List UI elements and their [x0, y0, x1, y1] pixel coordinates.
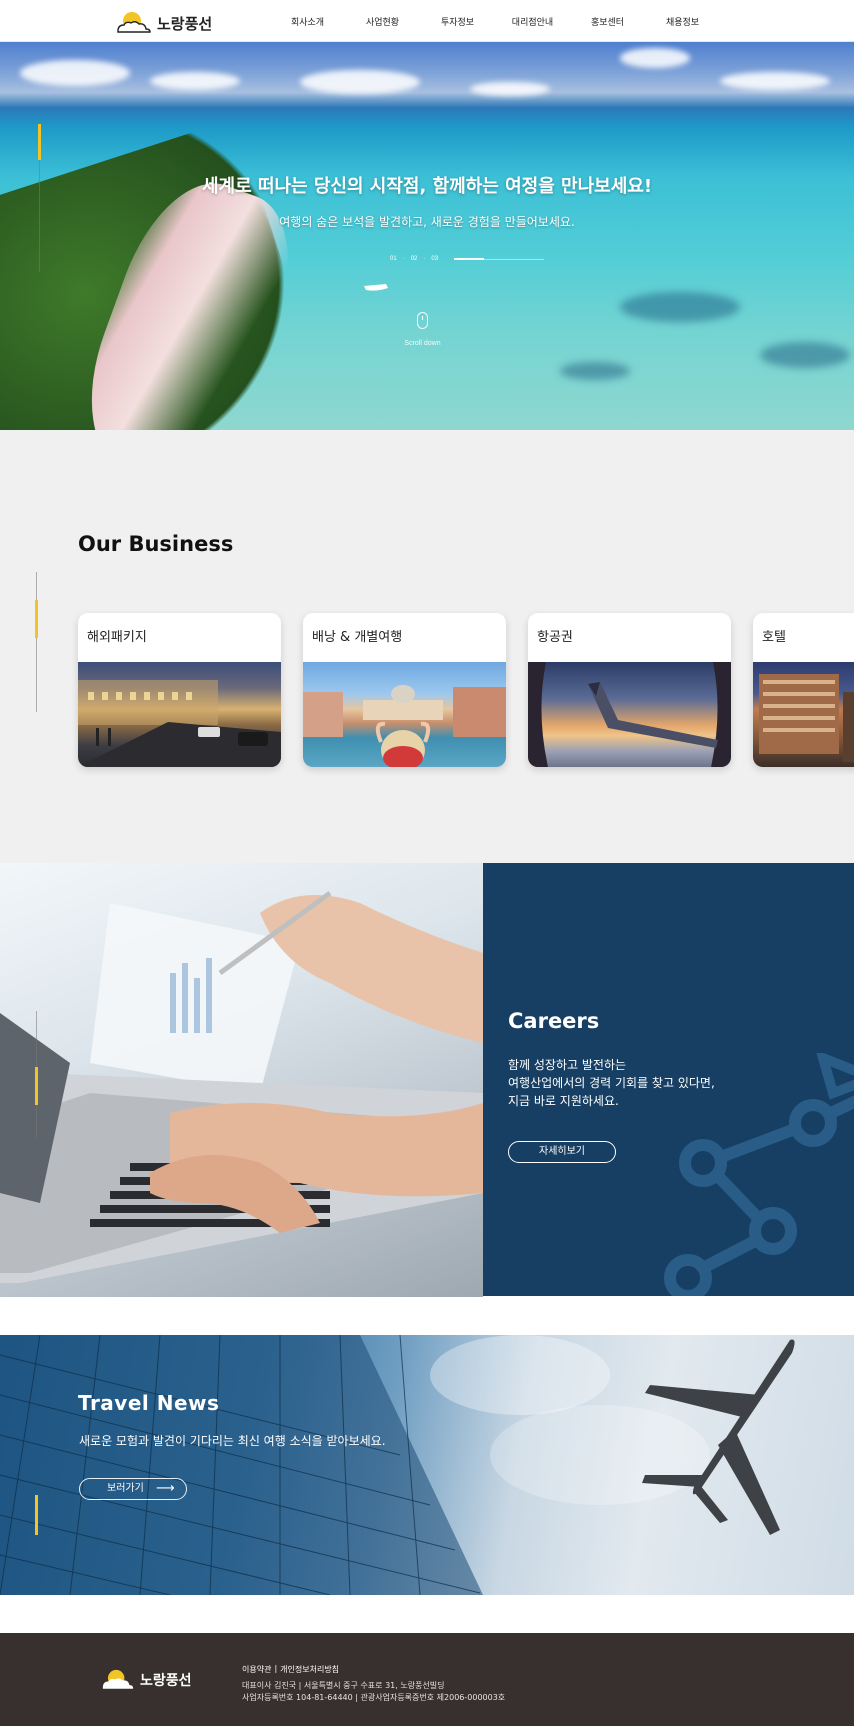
hero-banner: 세계로 떠나는 당신의 시작점, 함께하는 여정을 만나보세요! 여행의 숨은 …	[0, 42, 854, 430]
careers-desc-line: 여행산업에서의 경력 기회를 찾고 있다면,	[508, 1076, 715, 1090]
nav-item-investment[interactable]: 투자정보	[420, 15, 495, 28]
news-title: Travel News	[78, 1391, 220, 1415]
business-cards: 해외패키지 배낭 & 개별여행 항공권 호텔	[78, 613, 854, 767]
card-label: 해외패키지	[87, 630, 147, 645]
card-hotel[interactable]: 호텔	[753, 613, 854, 767]
footer-company-info: 대표이사 김진국 | 서울특별시 중구 수표로 31, 노랑풍선빌딩 사업자등록…	[242, 1680, 505, 1704]
cloud	[620, 48, 690, 68]
hotel-illustration	[759, 674, 854, 762]
canal-illustration	[303, 685, 506, 767]
side-indicator-mark	[35, 600, 38, 638]
card-air-ticket[interactable]: 항공권	[528, 613, 731, 767]
slide-02[interactable]: 02	[411, 256, 418, 262]
wing-illustration	[528, 662, 731, 767]
cloud	[300, 70, 420, 94]
hero-title: 세계로 떠나는 당신의 시작점, 함께하는 여정을 만나보세요!	[201, 176, 653, 197]
reef	[560, 362, 630, 380]
footer-logo-text: 노랑풍선	[140, 1673, 192, 1689]
side-indicator-mark	[35, 1495, 38, 1535]
terms-link[interactable]: 이용약관	[242, 1664, 271, 1675]
boat-icon	[364, 284, 388, 291]
site-header: 노랑풍선 회사소개 사업현황 투자정보 대리점안내 홍보센터 채용정보	[0, 0, 854, 42]
cloud	[470, 82, 550, 96]
reef	[620, 292, 740, 322]
slide-separator: ·	[423, 256, 426, 262]
nav-item-pr[interactable]: 홍보센터	[570, 15, 645, 28]
slide-pagination: 01 · 02 · 03	[390, 256, 545, 262]
logo[interactable]: 노랑풍선	[115, 11, 212, 35]
venice-canal-image	[303, 662, 506, 767]
slide-separator: ·	[402, 256, 405, 262]
london-street-image	[78, 662, 281, 767]
business-section: Our Business 해외패키지 배낭 & 개별여행 항공권 호텔	[0, 430, 854, 863]
nav-item-recruit[interactable]: 채용정보	[645, 15, 720, 28]
cloud	[20, 60, 130, 86]
laptop-illustration	[0, 890, 483, 1283]
nav-item-business[interactable]: 사업현황	[345, 15, 420, 28]
side-indicator	[35, 1011, 38, 1139]
card-label: 배낭 & 개별여행	[312, 630, 403, 645]
balloon-logo-icon	[102, 1669, 134, 1689]
footer-logo[interactable]: 노랑풍선	[100, 1669, 192, 1691]
business-title: Our Business	[78, 532, 234, 556]
logo-text: 노랑풍선	[157, 14, 213, 33]
footer-links: 이용약관 | 개인정보처리방침	[242, 1664, 339, 1675]
news-description: 새로운 모험과 발견이 기다리는 최신 여행 소식을 받아보세요.	[79, 1434, 386, 1448]
card-backpacking[interactable]: 배낭 & 개별여행	[303, 613, 506, 767]
cloud	[150, 72, 240, 90]
news-view-button-label: 보러가기	[107, 1483, 144, 1494]
cloud	[720, 72, 830, 90]
side-indicator	[38, 124, 41, 272]
hotel-building-image	[753, 662, 854, 767]
slide-01[interactable]: 01	[390, 256, 397, 262]
side-indicator-mark	[38, 124, 41, 160]
slide-progress-track	[454, 258, 545, 260]
hero-subtitle: 여행의 숨은 보석을 발견하고, 새로운 경험을 만들어보세요.	[279, 215, 575, 229]
nav-item-company[interactable]: 회사소개	[270, 15, 345, 28]
footer-info-line: 사업자등록번호 104-81-64440 | 관광사업자등록증번호 제2006-…	[242, 1693, 506, 1702]
card-label: 호텔	[762, 630, 786, 645]
main-nav: 회사소개 사업현황 투자정보 대리점안내 홍보센터 채용정보	[270, 0, 720, 42]
site-footer: 노랑풍선 이용약관 | 개인정보처리방침 대표이사 김진국 | 서울특별시 중구…	[0, 1633, 854, 1726]
arrow-right-icon: ⟶	[156, 1481, 175, 1496]
footer-info-line: 대표이사 김진국 | 서울특별시 중구 수표로 31, 노랑풍선빌딩	[242, 1681, 445, 1690]
card-label: 항공권	[537, 630, 573, 645]
careers-title: Careers	[508, 1009, 600, 1033]
plane-window-image	[528, 662, 731, 767]
privacy-link[interactable]: 개인정보처리방침	[280, 1664, 339, 1675]
side-indicator	[35, 1495, 38, 1535]
balloon-logo-icon	[117, 12, 151, 33]
slide-03[interactable]: 03	[431, 256, 438, 262]
side-indicator	[35, 572, 38, 712]
careers-desc-line: 지금 바로 지원하세요.	[508, 1094, 619, 1108]
careers-description: 함께 성장하고 발전하는 여행산업에서의 경력 기회를 찾고 있다면, 지금 바…	[508, 1056, 715, 1110]
careers-image	[0, 863, 483, 1297]
careers-panel: Careers 함께 성장하고 발전하는 여행산업에서의 경력 기회를 찾고 있…	[483, 863, 854, 1296]
news-section: Travel News 새로운 모험과 발견이 기다리는 최신 여행 소식을 받…	[0, 1335, 854, 1595]
news-background	[0, 1335, 795, 1595]
nav-item-agency[interactable]: 대리점안내	[495, 15, 570, 28]
street-illustration	[78, 680, 281, 767]
card-overseas-package[interactable]: 해외패키지	[78, 613, 281, 767]
footer-link-separator: |	[274, 1664, 278, 1673]
side-indicator-mark	[35, 1067, 38, 1105]
careers-desc-line: 함께 성장하고 발전하는	[508, 1058, 627, 1072]
slide-progress-fill	[454, 258, 484, 260]
news-view-button[interactable]: 보러가기 ⟶	[79, 1478, 187, 1500]
scroll-down-label: Scroll down	[404, 340, 441, 347]
mouse-scroll-icon[interactable]	[417, 312, 428, 329]
careers-detail-button[interactable]: 자세히보기	[508, 1141, 616, 1163]
